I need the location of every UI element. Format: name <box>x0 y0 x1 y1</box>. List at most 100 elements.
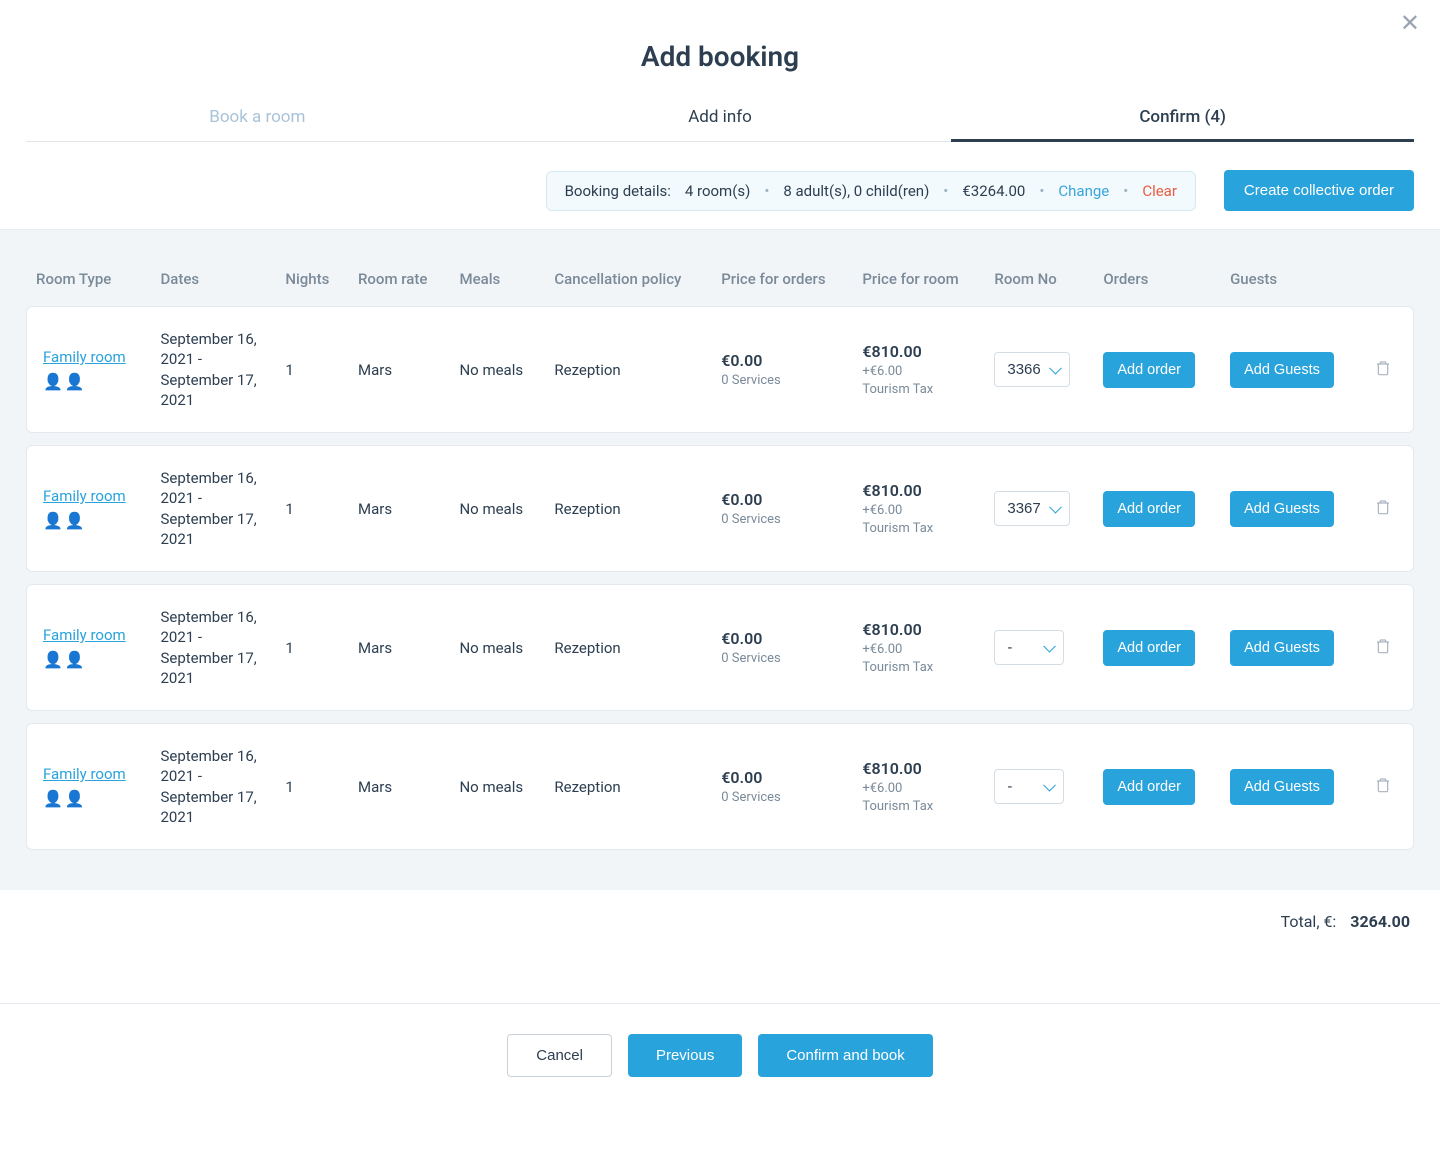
close-icon[interactable]: ✕ <box>1400 12 1420 36</box>
col-price-orders: Price for orders <box>711 258 852 306</box>
room-price: €810.00 <box>862 759 974 778</box>
summary-guests: 8 adult(s), 0 child(ren) <box>783 182 929 200</box>
add-guests-button[interactable]: Add Guests <box>1230 769 1334 805</box>
tab-add-info[interactable]: Add info <box>489 93 952 141</box>
room-tax-label: Tourism Tax <box>862 382 974 397</box>
add-guests-button[interactable]: Add Guests <box>1230 630 1334 666</box>
meals-cell: No meals <box>449 306 544 433</box>
meals-cell: No meals <box>449 723 544 850</box>
dates-cell: September 16, 2021 - September 17, 2021 <box>150 445 275 572</box>
guest-icon: 👤👤 <box>43 372 140 391</box>
room-price: €810.00 <box>862 342 974 361</box>
order-price: €0.00 <box>721 768 842 787</box>
rate-cell: Mars <box>348 584 449 711</box>
order-services: 0 Services <box>721 651 842 666</box>
guest-icon: 👤👤 <box>43 511 140 530</box>
col-guests: Guests <box>1220 258 1360 306</box>
order-price: €0.00 <box>721 351 842 370</box>
total-value: 3264.00 <box>1350 912 1410 931</box>
change-link[interactable]: Change <box>1058 182 1109 200</box>
trash-icon[interactable] <box>1371 356 1395 383</box>
booking-summary: Booking details: 4 room(s) • 8 adult(s),… <box>546 171 1196 211</box>
tabs: Book a room Add info Confirm (4) <box>26 93 1414 142</box>
room-tax-amount: +€6.00 <box>862 781 974 796</box>
guest-icon: 👤👤 <box>43 789 140 808</box>
room-tax-label: Tourism Tax <box>862 660 974 675</box>
room-no-select[interactable]: - <box>994 769 1064 804</box>
table-row: Family room 👤👤 September 16, 2021 - Sept… <box>26 723 1414 850</box>
summary-total: €3264.00 <box>962 182 1025 200</box>
clear-link[interactable]: Clear <box>1142 182 1177 200</box>
order-services: 0 Services <box>721 512 842 527</box>
table-row: Family room 👤👤 September 16, 2021 - Sept… <box>26 584 1414 711</box>
add-order-button[interactable]: Add order <box>1103 352 1195 388</box>
rate-cell: Mars <box>348 306 449 433</box>
trash-icon[interactable] <box>1371 495 1395 522</box>
confirm-and-book-button[interactable]: Confirm and book <box>758 1034 932 1077</box>
cancel-button[interactable]: Cancel <box>507 1034 612 1077</box>
tab-book-room[interactable]: Book a room <box>26 93 489 141</box>
trash-icon[interactable] <box>1371 773 1395 800</box>
col-dates: Dates <box>150 258 275 306</box>
nights-cell: 1 <box>275 306 348 433</box>
col-room-no: Room No <box>984 258 1093 306</box>
dates-cell: September 16, 2021 - September 17, 2021 <box>150 723 275 850</box>
nights-cell: 1 <box>275 723 348 850</box>
separator-icon: • <box>943 182 948 200</box>
room-type-link[interactable]: Family room <box>43 487 140 505</box>
guest-icon: 👤👤 <box>43 650 140 669</box>
room-no-select[interactable]: 3367 <box>994 491 1070 526</box>
add-order-button[interactable]: Add order <box>1103 769 1195 805</box>
nights-cell: 1 <box>275 445 348 572</box>
table-header: Room Type Dates Nights Room rate Meals C… <box>26 258 1414 306</box>
col-rate: Room rate <box>348 258 449 306</box>
summary-label: Booking details: <box>565 182 671 200</box>
room-tax-label: Tourism Tax <box>862 799 974 814</box>
col-room-type: Room Type <box>26 258 150 306</box>
room-tax-amount: +€6.00 <box>862 642 974 657</box>
col-orders: Orders <box>1093 258 1220 306</box>
col-cancel: Cancellation policy <box>544 258 711 306</box>
cancel-cell: Rezeption <box>544 445 711 572</box>
room-type-link[interactable]: Family room <box>43 765 140 783</box>
room-type-link[interactable]: Family room <box>43 626 140 644</box>
table-row: Family room 👤👤 September 16, 2021 - Sept… <box>26 445 1414 572</box>
room-tax-amount: +€6.00 <box>862 364 974 379</box>
previous-button[interactable]: Previous <box>628 1034 742 1077</box>
separator-icon: • <box>1039 182 1044 200</box>
separator-icon: • <box>764 182 769 200</box>
nights-cell: 1 <box>275 584 348 711</box>
room-no-select[interactable]: - <box>994 630 1064 665</box>
room-tax-label: Tourism Tax <box>862 521 974 536</box>
room-price: €810.00 <box>862 481 974 500</box>
add-order-button[interactable]: Add order <box>1103 491 1195 527</box>
modal-title: Add booking <box>0 40 1440 73</box>
add-guests-button[interactable]: Add Guests <box>1230 352 1334 388</box>
total-label: Total, €: <box>1281 912 1337 931</box>
order-price: €0.00 <box>721 629 842 648</box>
summary-rooms: 4 room(s) <box>685 182 750 200</box>
col-meals: Meals <box>449 258 544 306</box>
cancel-cell: Rezeption <box>544 584 711 711</box>
col-price-room: Price for room <box>852 258 984 306</box>
order-price: €0.00 <box>721 490 842 509</box>
add-guests-button[interactable]: Add Guests <box>1230 491 1334 527</box>
rate-cell: Mars <box>348 445 449 572</box>
dates-cell: September 16, 2021 - September 17, 2021 <box>150 584 275 711</box>
tab-confirm[interactable]: Confirm (4) <box>951 93 1414 141</box>
create-collective-order-button[interactable]: Create collective order <box>1224 170 1414 211</box>
meals-cell: No meals <box>449 445 544 572</box>
room-no-select[interactable]: 3366 <box>994 352 1070 387</box>
add-order-button[interactable]: Add order <box>1103 630 1195 666</box>
meals-cell: No meals <box>449 584 544 711</box>
cancel-cell: Rezeption <box>544 723 711 850</box>
order-services: 0 Services <box>721 790 842 805</box>
room-tax-amount: +€6.00 <box>862 503 974 518</box>
dates-cell: September 16, 2021 - September 17, 2021 <box>150 306 275 433</box>
cancel-cell: Rezeption <box>544 306 711 433</box>
room-type-link[interactable]: Family room <box>43 348 140 366</box>
trash-icon[interactable] <box>1371 634 1395 661</box>
rate-cell: Mars <box>348 723 449 850</box>
room-price: €810.00 <box>862 620 974 639</box>
separator-icon: • <box>1123 182 1128 200</box>
